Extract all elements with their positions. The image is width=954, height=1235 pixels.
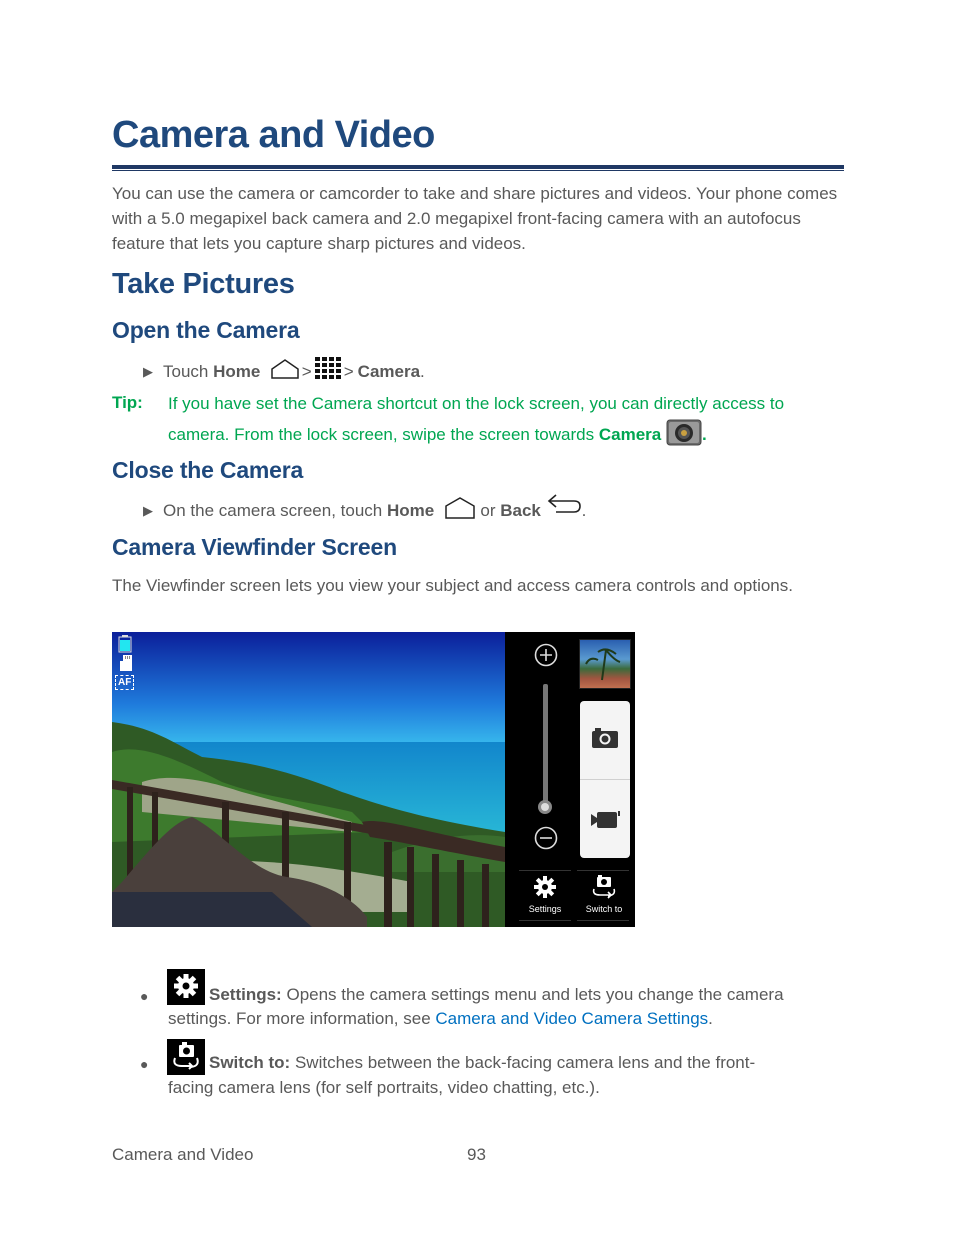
footer-section: Camera and Video xyxy=(112,1145,254,1164)
camera-app-icon xyxy=(666,418,702,455)
title-rule xyxy=(112,165,844,169)
tip-line-2: camera. From the lock screen, swipe the … xyxy=(168,425,595,444)
home-icon xyxy=(444,496,476,525)
intro-paragraph: You can use the camera or camcorder to t… xyxy=(112,184,838,253)
open-camera-step: ▶ Touch Home > > Camera . xyxy=(143,356,425,387)
camera-controls-panel: Settings Switch to xyxy=(505,632,635,927)
tip-line-1: If you have set the Camera shortcut on t… xyxy=(168,394,785,413)
back-label: Back xyxy=(500,500,541,520)
period: . xyxy=(420,361,425,381)
switch-description: Switch to: Switches between the back-fac… xyxy=(209,1050,849,1075)
heading-viewfinder: Camera Viewfinder Screen xyxy=(112,534,397,560)
page-number: 93 xyxy=(467,1145,486,1164)
home-label: Home xyxy=(386,500,435,520)
settings-icon xyxy=(167,969,205,1010)
switch-text-line-1: Switches between the back-facing camera … xyxy=(294,1053,756,1072)
heading-close-camera: Close the Camera xyxy=(112,457,304,483)
separator: > xyxy=(301,361,312,381)
home-icon xyxy=(270,358,300,385)
settings-link-line: settings. For more information, see Came… xyxy=(168,1006,713,1031)
apps-grid-icon xyxy=(314,356,342,387)
section-heading-take-pictures: Take Pictures xyxy=(112,268,295,300)
bullet-dot: ● xyxy=(140,988,149,1004)
zoom-in-icon[interactable] xyxy=(534,643,558,672)
gear-icon xyxy=(519,875,571,904)
video-record-icon[interactable] xyxy=(591,810,621,835)
switch-description-line2: facing camera lens (for self portraits, … xyxy=(168,1078,600,1097)
settings-text-line-2: settings. For more information, see xyxy=(168,1009,436,1028)
back-icon xyxy=(546,493,582,520)
settings-term: Settings: xyxy=(209,985,282,1004)
settings-button[interactable]: Settings xyxy=(519,872,571,920)
home-label: Home xyxy=(213,361,261,381)
gallery-thumbnail[interactable] xyxy=(579,639,631,689)
viewfinder-description: The Viewfinder screen lets you view your… xyxy=(112,576,793,595)
switch-camera-icon xyxy=(577,875,631,904)
camera-label: Camera xyxy=(357,361,421,381)
page-title: Camera and Video xyxy=(112,114,435,156)
switch-camera-doc-icon xyxy=(167,1039,205,1080)
heading-open-camera: Open the Camera xyxy=(112,317,300,343)
sd-card-icon xyxy=(120,655,132,676)
step-text: Touch xyxy=(163,361,209,381)
switch-camera-button[interactable]: Switch to xyxy=(577,872,631,920)
tip-camera-label: Camera xyxy=(598,425,662,444)
title-rule-thin xyxy=(112,170,844,171)
period: . xyxy=(708,1009,713,1028)
viewfinder-screenshot: AF Settings Switch to xyxy=(112,632,635,927)
camera-settings-link[interactable]: Camera and Video Camera Settings xyxy=(435,1009,708,1028)
step-arrow-icon: ▶ xyxy=(143,502,153,518)
tip-period: . xyxy=(701,425,707,444)
settings-description: Settings: Opens the camera settings menu… xyxy=(209,982,849,1007)
separator: > xyxy=(343,361,354,381)
close-camera-step: ▶ On the camera screen, touch Home or Ba… xyxy=(143,493,587,525)
switch-to-label: Switch to xyxy=(585,904,623,914)
settings-label: Settings xyxy=(528,904,562,914)
zoom-out-icon[interactable] xyxy=(534,826,558,855)
viewfinder-preview: AF xyxy=(112,632,505,927)
or-text: or xyxy=(480,500,496,520)
autofocus-indicator: AF xyxy=(115,675,135,690)
switch-term: Switch to: xyxy=(209,1053,291,1072)
step-text: On the camera screen, touch xyxy=(163,500,383,520)
tip-text: If you have set the Camera shortcut on t… xyxy=(168,389,858,455)
bullet-dot: ● xyxy=(140,1056,149,1072)
camera-shutter-icon[interactable] xyxy=(592,728,618,753)
period: . xyxy=(581,500,587,520)
zoom-slider-track[interactable] xyxy=(543,684,548,804)
step-arrow-icon: ▶ xyxy=(143,363,153,379)
tip-label: Tip: xyxy=(112,393,143,412)
settings-text: Opens the camera settings menu and lets … xyxy=(286,985,784,1004)
zoom-slider-handle[interactable] xyxy=(537,799,553,820)
